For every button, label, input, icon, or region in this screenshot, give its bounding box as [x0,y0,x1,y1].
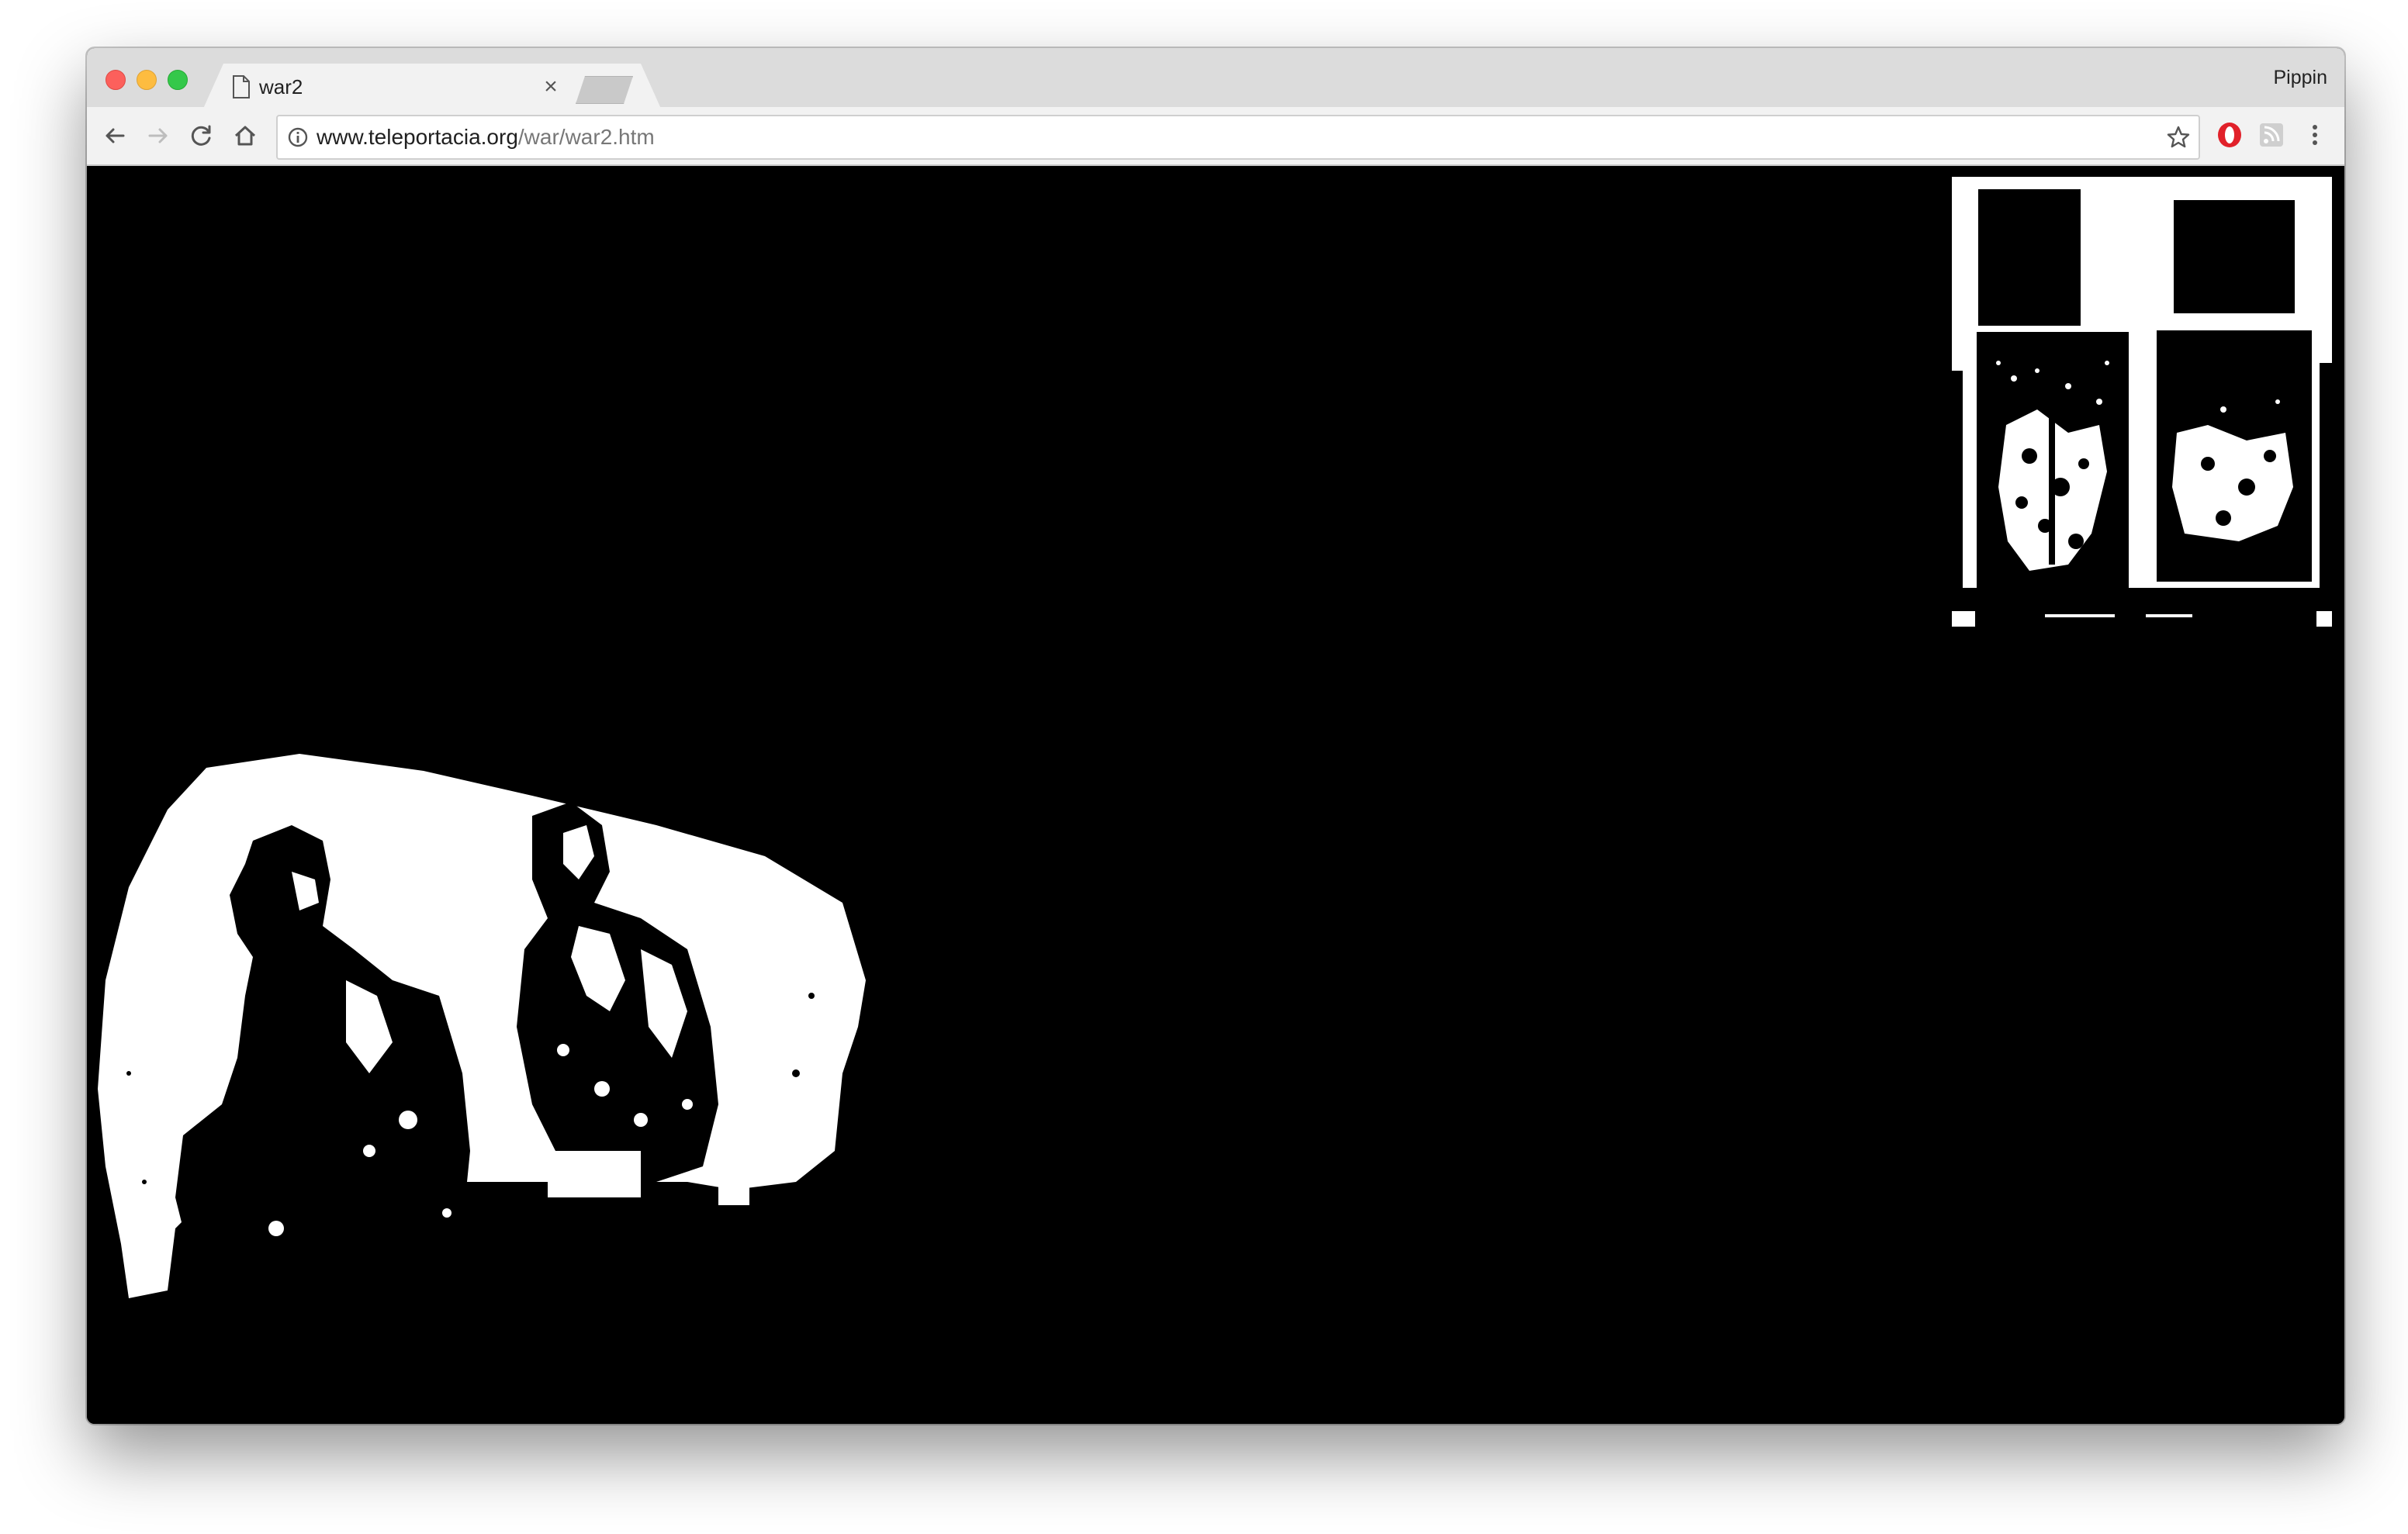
home-button[interactable] [227,107,264,164]
window-image [1952,177,2332,627]
reload-button[interactable] [183,107,220,164]
browser-window: war2 × Pippin www.teleportacia.org/war/w… [87,48,2344,1424]
title-bar: war2 × Pippin [87,48,2344,107]
tab-close-button[interactable]: × [537,73,565,101]
arrow-right-icon [148,128,168,143]
minimize-window-button[interactable] [137,70,157,90]
new-tab-button[interactable] [576,76,633,104]
home-icon [234,126,256,146]
document-icon [233,75,250,98]
url-text[interactable]: www.teleportacia.org/war/war2.htm [317,116,655,158]
kebab-menu-icon[interactable] [2301,119,2329,150]
info-icon[interactable] [287,126,309,148]
url-domain: www.teleportacia.org [317,125,518,149]
maximize-window-button[interactable] [168,70,188,90]
tab-title: war2 [259,75,303,98]
browser-toolbar: www.teleportacia.org/war/war2.htm [87,107,2344,166]
reload-icon [191,125,211,146]
address-bar[interactable]: www.teleportacia.org/war/war2.htm [276,115,2200,160]
sofa-men-image [98,754,866,1298]
star-icon[interactable] [2166,125,2191,150]
url-path: /war/war2.htm [517,125,655,149]
arrow-left-icon [106,128,125,143]
back-button[interactable] [96,107,133,164]
profile-name[interactable]: Pippin [2274,67,2328,89]
opera-icon[interactable] [2216,119,2244,150]
close-window-button[interactable] [106,70,126,90]
forward-button[interactable] [140,107,177,164]
rss-icon[interactable] [2258,119,2285,150]
page-content [87,166,2344,1424]
